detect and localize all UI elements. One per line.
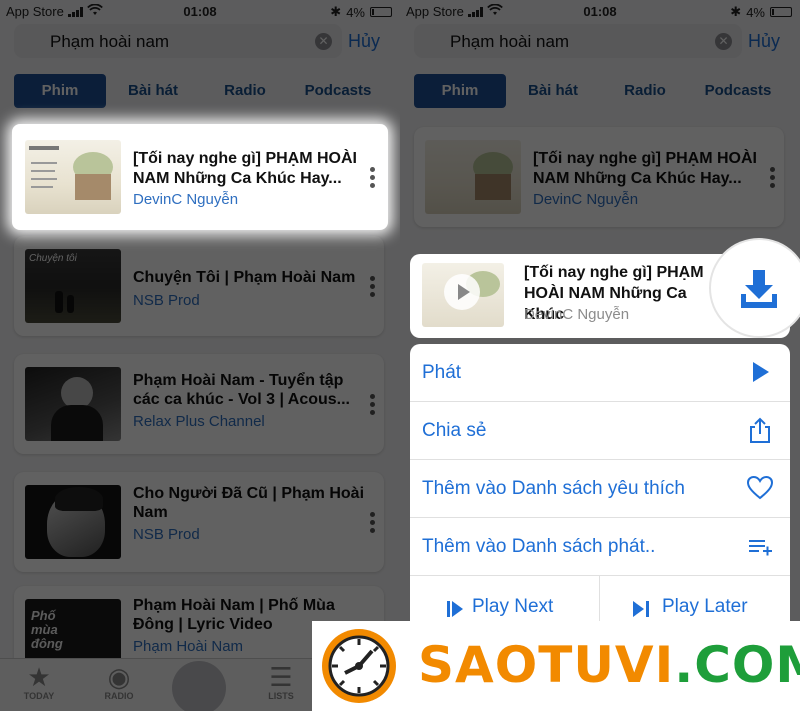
search-input[interactable]: Phạm hoài nam: [50, 32, 169, 52]
search-input[interactable]: Phạm hoài nam: [450, 32, 569, 52]
result-channel[interactable]: Phạm Hoài Nam: [133, 638, 243, 655]
battery-percent: 4%: [346, 4, 365, 20]
result-item-4[interactable]: Cho Người Đã Cũ | Phạm Hoài Nam NSB Prod: [14, 472, 384, 572]
cancel-button[interactable]: Hủy: [348, 31, 380, 52]
status-bar: App Store 01:08 ✱ 4%: [0, 0, 400, 22]
selected-item-channel: DevinC Nguyễn: [524, 306, 630, 323]
more-options-icon[interactable]: [370, 167, 375, 191]
action-add-favorites[interactable]: Thêm vào Danh sách yêu thích: [410, 460, 790, 518]
play-next-button[interactable]: Play Next: [410, 576, 600, 624]
play-next-icon: [447, 601, 463, 617]
battery-icon: [370, 7, 392, 17]
battery-icon: [770, 7, 792, 17]
search-bar[interactable]: Phạm hoài nam ✕: [14, 24, 342, 58]
result-item-1[interactable]: [Tối nay nghe gì] PHẠM HOÀI NAM Những Ca…: [414, 127, 784, 227]
radio-icon: ◉: [107, 662, 131, 692]
more-options-icon[interactable]: [770, 167, 775, 191]
search-bar[interactable]: Phạm hoài nam ✕: [414, 24, 742, 58]
more-options-icon[interactable]: [370, 276, 375, 300]
queue-actions: Play Next Play Later: [410, 576, 790, 624]
tab-bai-hat[interactable]: Bài hát: [506, 74, 600, 108]
result-item-3[interactable]: Phạm Hoài Nam - Tuyển tập các ca khúc - …: [14, 354, 384, 454]
result-title: Chuyện Tôi | Phạm Hoài Nam: [133, 269, 356, 286]
right-screen: App Store 01:08 ✱ 4% Phạm hoài nam ✕ Hủy…: [400, 0, 800, 711]
tab-podcasts[interactable]: Podcasts: [690, 74, 786, 108]
tab-lists[interactable]: ☰ LISTS: [256, 663, 306, 701]
result-title: [Tối nay nghe gì] PHẠM HOÀI NAM Những Ca…: [133, 150, 357, 187]
clear-search-icon[interactable]: ✕: [715, 33, 732, 50]
more-options-icon[interactable]: [370, 512, 375, 536]
tab-today[interactable]: ★ TODAY: [14, 663, 64, 701]
result-title: Phạm Hoài Nam - Tuyển tập các ca khúc - …: [133, 372, 350, 408]
center-logo-button[interactable]: [172, 661, 228, 711]
video-thumbnail: [425, 140, 521, 214]
action-share[interactable]: Chia sẻ: [410, 402, 790, 460]
result-item-1[interactable]: [Tối nay nghe gì] PHẠM HOÀI NAM Những Ca…: [14, 127, 384, 227]
result-channel[interactable]: DevinC Nguyễn: [533, 191, 638, 208]
video-thumbnail: [25, 140, 121, 214]
tab-bai-hat[interactable]: Bài hát: [106, 74, 200, 108]
clear-search-icon[interactable]: ✕: [315, 33, 332, 50]
action-sheet: Phát Chia sẻ Thêm vào Danh sách yêu thíc…: [410, 344, 790, 624]
video-thumbnail: [25, 485, 121, 559]
tab-radio[interactable]: Radio: [600, 74, 690, 108]
bluetooth-icon: ✱: [730, 4, 742, 19]
clock-logo-icon: [322, 629, 396, 703]
play-later-button[interactable]: Play Later: [600, 576, 790, 624]
tab-podcasts[interactable]: Podcasts: [290, 74, 386, 108]
list-icon: ☰: [269, 662, 293, 692]
battery-percent: 4%: [746, 4, 765, 20]
status-bar: App Store 01:08 ✱ 4%: [400, 0, 800, 22]
tab-phim[interactable]: Phim: [414, 74, 506, 108]
download-icon: [741, 270, 777, 308]
share-icon: [750, 417, 770, 443]
category-tabs: Phim Bài hát Radio Podcasts: [14, 74, 386, 108]
play-later-icon: [633, 601, 649, 617]
video-thumbnail: Chuyện tôi: [25, 249, 121, 323]
thumbnail-caption: Chuyện tôi: [29, 253, 77, 264]
video-thumbnail: [25, 367, 121, 441]
play-icon: [753, 362, 769, 382]
play-overlay-icon[interactable]: [444, 274, 480, 310]
app-logo-icon: [172, 661, 226, 711]
action-play[interactable]: Phát: [410, 344, 790, 402]
result-channel[interactable]: NSB Prod: [133, 526, 200, 543]
download-button[interactable]: [711, 240, 800, 336]
action-add-playlist[interactable]: Thêm vào Danh sách phát..: [410, 518, 790, 576]
result-channel[interactable]: NSB Prod: [133, 292, 200, 309]
heart-icon: [746, 475, 774, 500]
result-channel[interactable]: DevinC Nguyễn: [133, 191, 238, 208]
result-channel[interactable]: Relax Plus Channel: [133, 413, 265, 430]
thumbnail-caption: Phố mùa đông: [31, 608, 63, 651]
star-icon: ★: [27, 662, 51, 692]
category-tabs: Phim Bài hát Radio Podcasts: [414, 74, 786, 108]
bluetooth-icon: ✱: [330, 4, 342, 19]
result-item-2[interactable]: Chuyện tôi Chuyện Tôi | Phạm Hoài Nam NS…: [14, 236, 384, 336]
watermark-banner: SAOTUVI.COM: [312, 621, 800, 711]
tab-radio[interactable]: Radio: [200, 74, 290, 108]
cancel-button[interactable]: Hủy: [748, 31, 780, 52]
tab-radio-bottom[interactable]: ◉ RADIO: [94, 663, 144, 701]
playlist-add-icon: [749, 540, 772, 556]
result-title: Cho Người Đã Cũ | Phạm Hoài Nam: [133, 485, 365, 521]
result-title: [Tối nay nghe gì] PHẠM HOÀI NAM Những Ca…: [533, 150, 757, 187]
tab-phim[interactable]: Phim: [14, 74, 106, 108]
watermark-text: SAOTUVI.COM: [418, 636, 800, 694]
more-options-icon[interactable]: [370, 394, 375, 418]
left-screen: App Store 01:08 ✱ 4% Phạm hoài nam ✕ Hủy…: [0, 0, 400, 711]
